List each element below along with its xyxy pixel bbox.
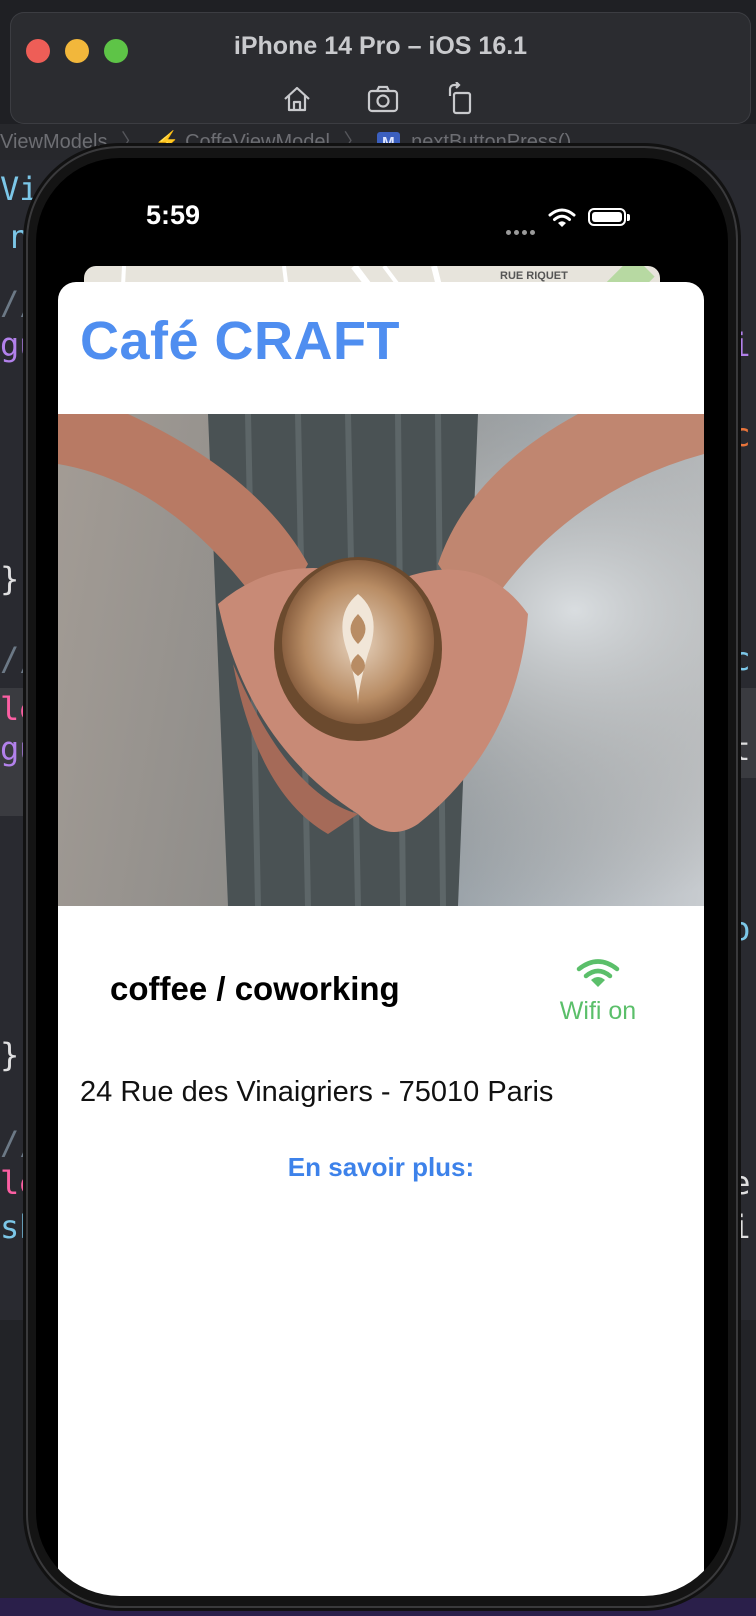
home-icon[interactable] (280, 82, 314, 116)
battery-icon (588, 208, 630, 226)
rotate-icon[interactable] (444, 81, 478, 116)
cafe-category: coffee / coworking (110, 970, 400, 1007)
cafe-address: 24 Rue des Vinaigriers - 75010 Paris (80, 1076, 554, 1108)
wifi-label: Wifi on (559, 997, 637, 1025)
iphone-screen: 5:59 RUE RIQUET Café CRAFT coffee / cowo… (36, 158, 728, 1596)
learn-more-link[interactable]: En savoir plus: (58, 1152, 704, 1183)
cellular-signal-icon (506, 222, 538, 240)
wifi-icon (576, 959, 620, 987)
simulator-titlebar: iPhone 14 Pro – iOS 16.1 (10, 12, 751, 124)
status-wifi-icon (548, 208, 576, 233)
cafe-name-title: Café CRAFT (80, 311, 401, 371)
cafe-detail-sheet: Café CRAFT coffee / coworking Wifi on 24… (58, 282, 704, 1596)
cafe-photo (58, 414, 704, 906)
code-fragment: n (10, 218, 30, 256)
status-time: 5:59 (146, 200, 201, 230)
screenshot-icon[interactable] (366, 82, 400, 116)
wifi-status: Wifi on (538, 958, 658, 1026)
code-fragment: } (0, 560, 20, 598)
breadcrumb-item[interactable]: ViewModels (0, 131, 107, 153)
simulator-title: iPhone 14 Pro – iOS 16.1 (233, 32, 528, 60)
code-fragment: } (0, 1036, 20, 1074)
map-road-label: RUE RIQUET (500, 270, 568, 282)
